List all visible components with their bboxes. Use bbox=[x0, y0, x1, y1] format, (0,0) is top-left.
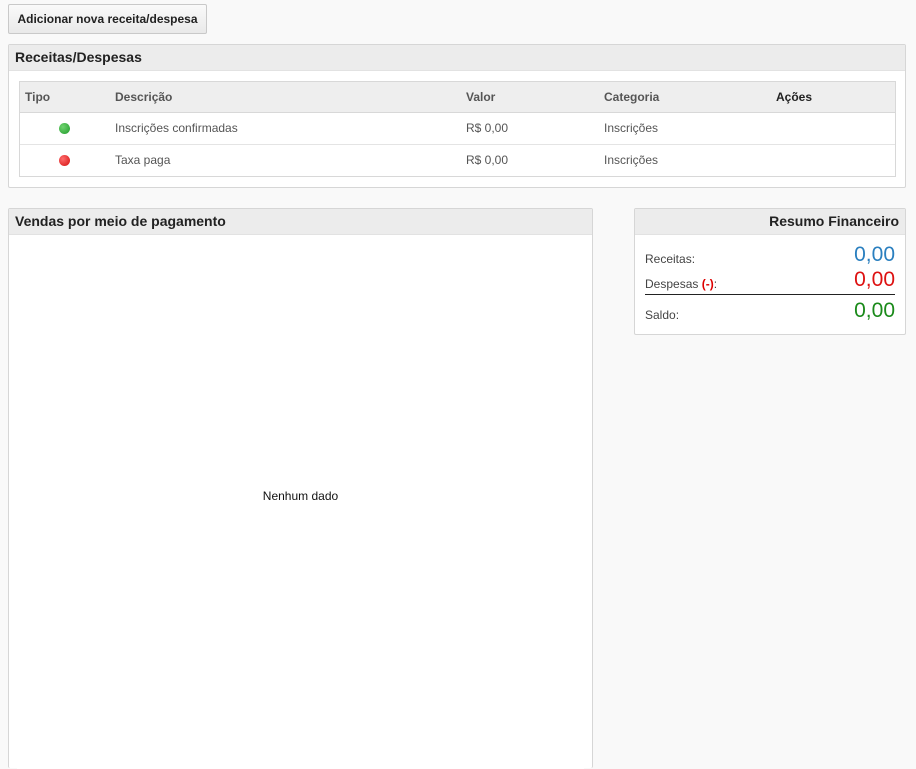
column-header-categoria[interactable]: Categoria bbox=[599, 82, 771, 113]
categoria-cell: Inscrições bbox=[604, 121, 659, 135]
tipo-cell bbox=[20, 112, 110, 144]
table-row[interactable]: Taxa paga R$ 0,00 Inscrições bbox=[20, 143, 895, 176]
receitas-value: 0,00 bbox=[854, 243, 895, 266]
vendas-pagamento-panel: Vendas por meio de pagamento Nenhum dado bbox=[8, 208, 593, 769]
column-header-tipo[interactable]: Tipo bbox=[20, 82, 110, 113]
categoria-cell: Inscrições bbox=[599, 143, 771, 176]
resumo-saldo-row: Saldo: 0,00 bbox=[645, 299, 895, 323]
column-header-valor[interactable]: Valor bbox=[461, 82, 599, 113]
valor-cell: R$ 0,00 bbox=[461, 143, 599, 176]
table-header-row: Tipo Descrição Valor Categoria Ações bbox=[20, 82, 895, 113]
despesas-value: 0,00 bbox=[854, 268, 895, 291]
descricao-cell: Taxa paga bbox=[110, 143, 461, 176]
resumo-receitas-row: Receitas: 0,00 bbox=[645, 243, 895, 267]
no-data-message: Nenhum dado bbox=[262, 489, 339, 503]
resumo-despesas-row: Despesas (-): 0,00 bbox=[645, 268, 895, 292]
despesas-negative-sign: (-) bbox=[701, 277, 714, 291]
red-status-dot-icon bbox=[59, 154, 70, 166]
column-header-descricao[interactable]: Descrição bbox=[110, 82, 461, 113]
despesas-label-group: Despesas (-): bbox=[645, 277, 717, 291]
tipo-cell bbox=[20, 143, 110, 176]
valor-cell: R$ 0,00 bbox=[466, 121, 509, 135]
saldo-value: 0,00 bbox=[854, 299, 895, 322]
vendas-pagamento-title: Vendas por meio de pagamento bbox=[9, 209, 592, 235]
receitas-despesas-table: Tipo Descrição Valor Categoria Ações Ins… bbox=[19, 81, 896, 177]
green-status-dot-icon bbox=[59, 122, 70, 134]
despesas-label: Despesas bbox=[645, 277, 699, 291]
resumo-divider bbox=[645, 294, 895, 295]
column-header-acoes: Ações bbox=[771, 82, 895, 113]
saldo-label: Saldo: bbox=[645, 308, 680, 322]
receitas-despesas-panel: Receitas/Despesas Tipo Descrição Valor C… bbox=[8, 44, 906, 188]
despesas-colon: : bbox=[713, 277, 718, 291]
acoes-cell bbox=[771, 143, 895, 176]
acoes-cell bbox=[771, 112, 895, 144]
add-receita-despesa-button[interactable]: Adicionar nova receita/despesa bbox=[8, 4, 207, 34]
receitas-despesas-title: Receitas/Despesas bbox=[9, 45, 905, 71]
receitas-label: Receitas: bbox=[645, 252, 696, 266]
vendas-chart-area: Nenhum dado bbox=[17, 239, 584, 769]
resumo-financeiro-panel: Resumo Financeiro Receitas: 0,00 Despesa… bbox=[634, 208, 906, 335]
resumo-financeiro-title: Resumo Financeiro bbox=[635, 209, 905, 235]
descricao-cell: Inscrições confirmadas bbox=[115, 121, 238, 135]
table-row[interactable]: Inscrições confirmadas R$ 0,00 Inscriçõe… bbox=[20, 112, 895, 144]
